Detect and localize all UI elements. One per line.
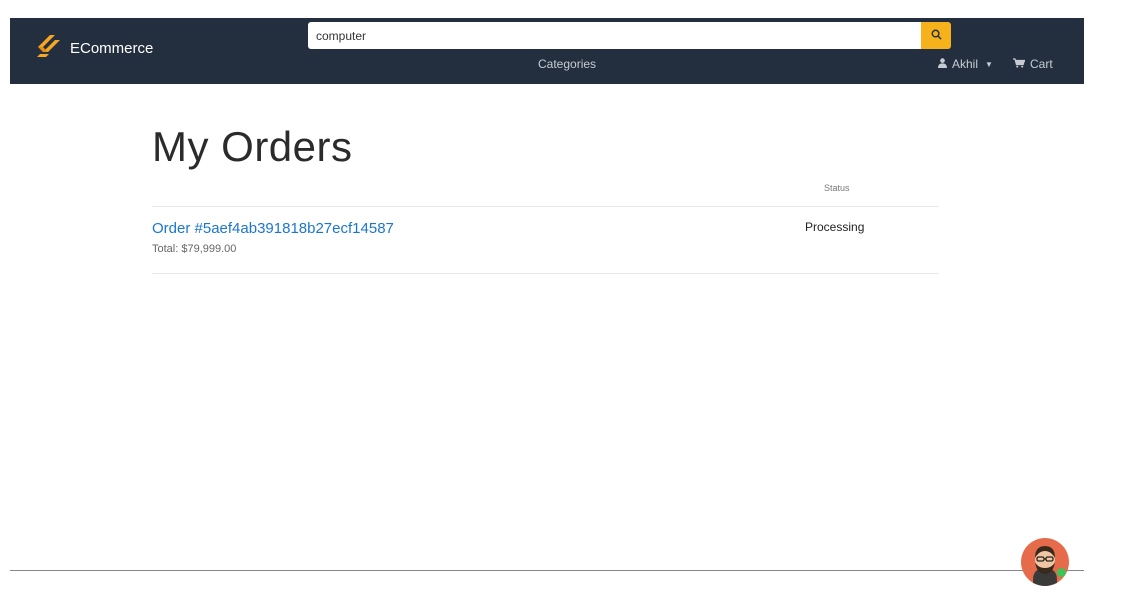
order-link[interactable]: Order #5aef4ab391818b27ecf14587 (152, 220, 394, 237)
footer-divider (10, 570, 1084, 571)
user-menu[interactable]: Akhil ▼ (938, 57, 993, 71)
brand[interactable]: ECommerce (34, 34, 154, 60)
divider (152, 206, 938, 207)
caret-down-icon: ▼ (985, 59, 993, 69)
status-column-header: Status (824, 183, 850, 193)
cart-icon (1013, 57, 1030, 71)
search-bar (308, 22, 951, 49)
categories-link[interactable]: Categories (538, 57, 596, 71)
page-title: My Orders (152, 123, 353, 170)
cart-link[interactable]: Cart (1013, 57, 1053, 71)
user-name: Akhil (952, 57, 979, 71)
chat-button[interactable] (1021, 538, 1069, 586)
navbar: ECommerce Categories Akhil ▼ (10, 18, 1084, 84)
order-total: Total: $79,999.00 (152, 243, 237, 255)
search-button[interactable] (921, 22, 951, 49)
search-icon (931, 28, 942, 43)
online-status-dot (1057, 568, 1066, 577)
user-icon (938, 57, 952, 71)
cart-label: Cart (1030, 57, 1053, 71)
order-status: Processing (805, 220, 865, 234)
search-input[interactable] (308, 22, 921, 49)
divider (152, 273, 938, 274)
brand-name: ECommerce (70, 39, 154, 57)
ecommerce-logo-icon (34, 33, 62, 64)
